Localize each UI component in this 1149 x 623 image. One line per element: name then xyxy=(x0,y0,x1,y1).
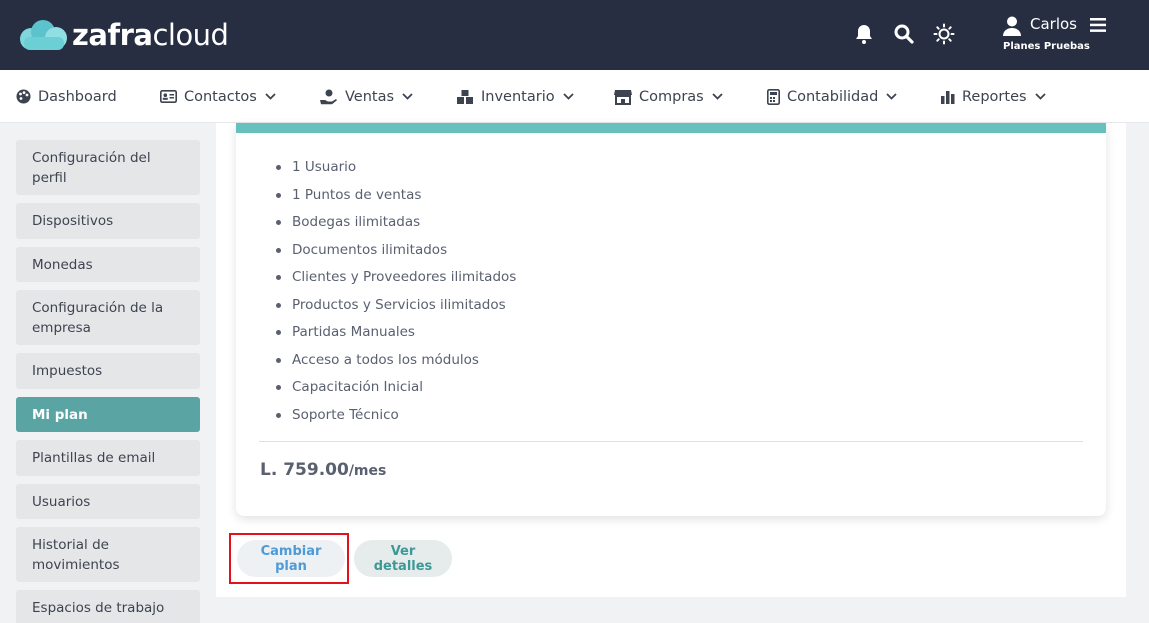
nav-label: Reportes xyxy=(962,88,1027,105)
sidebar-item-monedas[interactable]: Monedas xyxy=(16,247,200,282)
plan-price: L. 759.00/mes xyxy=(260,460,386,480)
chevron-down-icon xyxy=(562,93,574,100)
sidebar-item-label: Dispositivos xyxy=(32,213,114,229)
view-details-button[interactable]: Ver detalles xyxy=(354,540,452,577)
plan-card: 1 Usuario 1 Puntos de ventas Bodegas ili… xyxy=(236,123,1106,516)
id-card-icon xyxy=(160,90,177,103)
sidebar-item-configuracion-empresa[interactable]: Configuración de la empresa xyxy=(16,290,200,345)
sidebar-item-historial-movimientos[interactable]: Historial de movimientos xyxy=(16,527,200,582)
bar-chart-icon xyxy=(941,90,955,104)
nav-reportes[interactable]: Reportes xyxy=(941,70,1046,123)
zafracloud-logo[interactable]: zafracloud xyxy=(18,17,229,53)
sidebar-item-label: Plantillas de email xyxy=(32,450,156,466)
sidebar-item-label: Usuarios xyxy=(32,493,91,510)
cloud-logo-icon xyxy=(20,20,67,50)
plan-feature: Documentos ilimitados xyxy=(276,240,516,268)
plan-feature: 1 Usuario xyxy=(276,157,516,185)
user-menu[interactable]: Carlos Planes Pruebas xyxy=(1000,14,1130,56)
hamburger-menu-icon[interactable] xyxy=(1090,18,1106,32)
sidebar-item-mi-plan[interactable]: Mi plan xyxy=(16,397,200,432)
bell-icon[interactable] xyxy=(852,22,876,46)
plan-feature: Productos y Servicios ilimitados xyxy=(276,295,516,323)
logo-wordmark: zafracloud xyxy=(72,18,229,52)
plan-feature: Soporte Técnico xyxy=(276,405,516,433)
calculator-icon xyxy=(767,88,780,105)
plan-feature-list: 1 Usuario 1 Puntos de ventas Bodegas ili… xyxy=(276,157,516,432)
sidebar-item-label: Configuración de la empresa xyxy=(32,299,164,336)
main-nav: Dashboard Contactos Ventas Inventario Co… xyxy=(0,70,1149,123)
chevron-down-icon xyxy=(712,93,723,100)
chevron-down-icon xyxy=(265,93,276,100)
plan-feature: Clientes y Proveedores ilimitados xyxy=(276,267,516,295)
change-plan-button[interactable]: Cambiar plan xyxy=(237,540,345,577)
sidebar-item-usuarios[interactable]: Usuarios xyxy=(16,484,200,519)
sidebar-item-label: Espacios de trabajo xyxy=(32,600,165,616)
sidebar-item-configuracion-perfil[interactable]: Configuración del perfil xyxy=(16,140,200,195)
sidebar-item-label: Impuestos xyxy=(32,363,103,379)
sidebar-item-label: Historial de movimientos xyxy=(32,536,120,573)
plan-feature: Acceso a todos los módulos xyxy=(276,350,516,378)
sun-theme-icon[interactable] xyxy=(932,22,956,46)
nav-inventario[interactable]: Inventario xyxy=(456,70,574,123)
plan-feature: Partidas Manuales xyxy=(276,322,516,350)
search-icon[interactable] xyxy=(892,22,916,46)
nav-label: Contactos xyxy=(184,88,257,105)
plan-card-accent-bar xyxy=(236,123,1106,133)
plan-feature: Capacitación Inicial xyxy=(276,377,516,405)
nav-label: Compras xyxy=(639,88,704,105)
sidebar-item-impuestos[interactable]: Impuestos xyxy=(16,353,200,389)
sidebar-item-plantillas-email[interactable]: Plantillas de email xyxy=(16,440,200,476)
palette-icon xyxy=(16,89,31,104)
sidebar-item-espacios-trabajo[interactable]: Espacios de trabajo xyxy=(16,590,200,623)
nav-ventas[interactable]: Ventas xyxy=(320,70,413,123)
boxes-icon xyxy=(456,89,474,105)
plan-price-amount: L. 759.00 xyxy=(260,460,349,480)
chevron-down-icon xyxy=(886,93,897,100)
sidebar-item-dispositivos[interactable]: Dispositivos xyxy=(16,203,200,239)
top-header: zafracloud Carlos Planes Pruebas xyxy=(0,0,1149,70)
nav-compras[interactable]: Compras xyxy=(614,70,723,123)
user-name: Carlos xyxy=(1030,15,1077,33)
plan-feature: 1 Puntos de ventas xyxy=(276,185,516,213)
user-company: Planes Pruebas xyxy=(1003,41,1090,52)
nav-contabilidad[interactable]: Contabilidad xyxy=(767,70,897,123)
nav-dashboard[interactable]: Dashboard xyxy=(16,70,117,123)
sidebar-item-label: Mi plan xyxy=(32,406,88,423)
nav-label: Inventario xyxy=(481,88,555,105)
hand-holding-dollar-icon xyxy=(320,89,338,105)
plan-price-unit: /mes xyxy=(348,463,387,479)
plan-feature: Bodegas ilimitadas xyxy=(276,212,516,240)
nav-label: Ventas xyxy=(345,88,395,105)
divider xyxy=(259,441,1083,442)
store-icon xyxy=(614,89,632,105)
chevron-down-icon xyxy=(1034,93,1046,100)
sidebar-item-label: Monedas xyxy=(32,256,93,273)
chevron-down-icon xyxy=(402,93,413,100)
user-icon xyxy=(1003,16,1021,36)
sidebar-item-label: Configuración del perfil xyxy=(32,149,151,186)
nav-contactos[interactable]: Contactos xyxy=(160,70,276,123)
nav-label: Contabilidad xyxy=(787,88,879,105)
nav-label: Dashboard xyxy=(38,88,117,105)
